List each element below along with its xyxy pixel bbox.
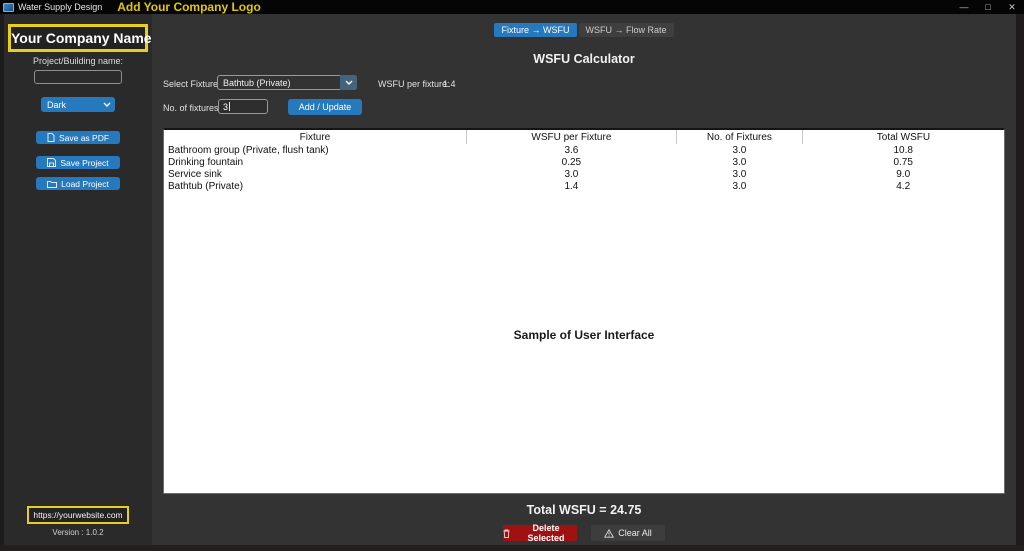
table-cell: 3.0 [732,180,747,192]
table-cell: 10.8 [893,144,913,156]
theme-select-value: Dark [47,99,67,110]
watermark-text: Sample of User Interface [513,328,655,342]
table-cell: 3.0 [732,168,747,180]
fixtures-table-panel: Fixture WSFU per Fixture No. of Fixtures To… [163,128,1005,494]
column-header: No. of Fixtures [676,130,803,144]
window-controls: — □ ✕ [952,2,1024,13]
no-of-fixtures-input[interactable]: 3 [218,99,268,114]
minimize-button[interactable]: — [952,2,976,12]
table-cell: 0.75 [893,156,913,168]
select-fixture-label: Select Fixture: [163,79,221,89]
table-cell: Drinking fountain [168,156,244,168]
table-row[interactable]: Bathtub (Private) 1.4 3.0 4.2 [164,180,1004,192]
save-icon [47,158,57,167]
save-as-pdf-button[interactable]: Save as PDF [36,131,120,144]
table-cell: 3.0 [732,156,747,168]
table-row[interactable]: Bathroom group (Private, flush tank) 3.6 3… [164,144,1004,156]
clear-all-label: Clear All [618,528,652,538]
table-body: Bathroom group (Private, flush tank) 3.6 3… [164,144,1004,192]
sidebar-footer: https://yourwebsite.com Version : 1.0.2 [4,505,152,537]
chevron-down-icon [103,102,111,107]
save-as-pdf-label: Save as PDF [58,132,110,143]
wsfu-per-fixture-label: WSFU per fixture: [378,79,450,89]
delete-selected-label: Delete Selected [527,523,565,543]
app-body: Your Company Name Project/Building name:… [0,14,1024,551]
save-project-button[interactable]: Save Project [36,156,120,169]
table-cell: 4.2 [896,180,911,192]
table-cell: 3.0 [564,168,579,180]
sidebar: Your Company Name Project/Building name:… [4,14,152,545]
website-link[interactable]: https://yourwebsite.com [27,506,129,524]
theme-select[interactable]: Dark [41,97,115,112]
chevron-down-icon [340,75,357,90]
pdf-file-icon [47,133,55,142]
app-icon [3,2,14,12]
app-window: Water Supply Design Add Your Company Log… [0,0,1024,551]
table-cell: 1.4 [564,180,579,192]
window-title: Water Supply Design [18,2,103,12]
page-title: WSFU Calculator [533,52,635,66]
total-wsfu-label: Total WSFU = 24.75 [526,503,642,517]
titlebar: Water Supply Design Add Your Company Log… [0,0,1024,14]
no-of-fixtures-value: 3 [223,101,229,112]
maximize-button[interactable]: □ [976,2,1000,12]
main-panel: Fixture → WSFU WSFU → Flow Rate WSFU Calc… [152,14,1016,545]
text-cursor [229,102,231,111]
load-project-button[interactable]: Load Project [36,177,120,190]
table-cell: 3.0 [732,144,747,156]
column-header: Total WSFU [876,131,931,143]
wsfu-per-fixture-value: 1.4 [443,79,456,89]
load-project-label: Load Project [61,178,109,189]
project-name-label: Project/Building name: [32,56,124,66]
warning-icon [604,528,615,538]
table-row[interactable]: Drinking fountain 0.25 3.0 0.75 [164,156,1004,168]
table-row[interactable]: Service sink 3.0 3.0 9.0 [164,168,1004,180]
project-name-input[interactable] [34,70,122,84]
add-update-button[interactable]: Add / Update [288,99,362,115]
trash-icon [503,529,510,538]
fixture-select-value: Bathtub (Private) [223,77,291,88]
version-label: Version : 1.0.2 [52,528,104,537]
fixtures-table: Fixture WSFU per Fixture No. of Fixtures To… [164,130,1004,192]
column-header: Fixture [164,130,467,144]
tab-0[interactable]: Fixture → WSFU [494,23,577,37]
table-header-row: Fixture WSFU per Fixture No. of Fixtures To… [164,130,1004,144]
company-name-box: Your Company Name [8,24,152,52]
save-project-label: Save Project [60,157,109,168]
tab-bar: Fixture → WSFU WSFU → Flow Rate [152,23,1016,37]
bottom-actions: Delete Selected Clear All [152,523,1016,543]
table-cell: Bathtub (Private) [168,180,244,192]
table-cell: Service sink [168,168,222,180]
table-cell: 9.0 [896,168,911,180]
column-header: WSFU per Fixture [466,130,677,144]
company-logo-placeholder: Add Your Company Logo [117,0,261,14]
fixture-select[interactable]: Bathtub (Private) [217,75,357,90]
folder-icon [47,180,58,188]
clear-all-button[interactable]: Clear All [591,525,665,541]
close-button[interactable]: ✕ [1000,2,1024,13]
table-cell: Bathroom group (Private, flush tank) [168,144,329,156]
tab-1[interactable]: WSFU → Flow Rate [578,23,674,37]
table-cell: 3.6 [564,144,579,156]
table-cell: 0.25 [561,156,582,168]
window-bottom-edge [0,545,1024,551]
no-of-fixtures-label: No. of fixtures: [163,103,222,113]
delete-selected-button[interactable]: Delete Selected [503,523,577,543]
